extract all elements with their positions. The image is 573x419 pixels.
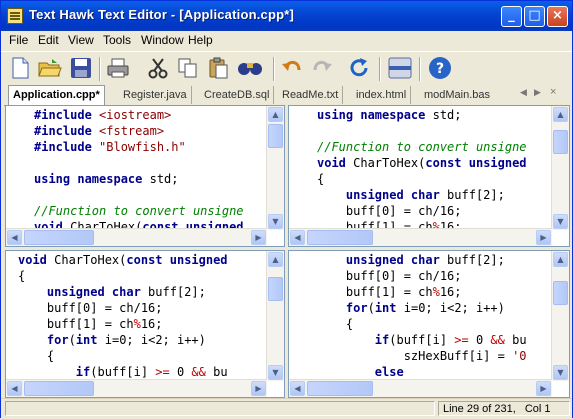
tab-scroll-left-icon[interactable]: ◀ (520, 87, 527, 98)
copy-icon[interactable] (175, 55, 201, 81)
toolbar: ? (1, 51, 572, 86)
save-icon[interactable] (68, 55, 94, 81)
print-icon[interactable] (105, 55, 131, 81)
editor-pane-top-left[interactable]: #include <iostream> #include <fstream> #… (5, 105, 285, 247)
minimize-button[interactable]: _ (501, 6, 522, 27)
split-view-icon[interactable] (387, 55, 413, 81)
scroll-thumb[interactable] (24, 230, 94, 245)
scroll-up-icon[interactable]: ▲ (553, 252, 568, 267)
scroll-left-icon[interactable]: ◀ (290, 381, 305, 396)
find-icon[interactable] (237, 55, 263, 81)
scroll-thumb[interactable] (268, 124, 283, 148)
scroll-thumb[interactable] (553, 281, 568, 305)
scroll-up-icon[interactable]: ▲ (268, 107, 283, 122)
document-tabs: Application.cpp* Register.java CreateDB.… (4, 85, 570, 106)
new-file-icon[interactable] (7, 55, 33, 81)
code-text[interactable]: void CharToHex(const unsigned { unsigned… (18, 252, 228, 380)
vertical-scrollbar[interactable]: ▲ ▼ (551, 106, 569, 230)
close-button[interactable]: × (547, 6, 568, 27)
menu-window[interactable]: Window (141, 33, 184, 47)
toolbar-separator (379, 57, 381, 81)
scroll-right-icon[interactable]: ▶ (251, 230, 266, 245)
line-indicator: Line 29 of 231, (443, 403, 516, 415)
toolbar-separator (273, 57, 275, 81)
scroll-thumb[interactable] (307, 381, 373, 396)
scroll-down-icon[interactable]: ▼ (553, 214, 568, 229)
code-text[interactable]: unsigned char buff[2]; buff[0] = ch/16; … (317, 252, 527, 380)
tab-application-cpp[interactable]: Application.cpp* (8, 85, 105, 106)
horizontal-scrollbar[interactable]: ◀ ▶ (289, 379, 552, 397)
horizontal-scrollbar[interactable]: ◀ ▶ (6, 228, 267, 246)
menu-tools[interactable]: Tools (103, 33, 131, 47)
open-folder-icon[interactable] (37, 55, 63, 81)
menu-help[interactable]: Help (188, 33, 213, 47)
maximize-button[interactable]: □ (524, 6, 545, 27)
cursor-position: Line 29 of 231, Col 1 (438, 401, 570, 416)
scroll-down-icon[interactable]: ▼ (268, 214, 283, 229)
tab-readme-txt[interactable]: ReadMe.txt (278, 86, 344, 104)
window-title: Text Hawk Text Editor - [Application.cpp… (29, 7, 295, 22)
scroll-up-icon[interactable]: ▲ (553, 107, 568, 122)
code-text[interactable]: using namespace std; //Function to conve… (317, 107, 527, 235)
scroll-thumb[interactable] (553, 130, 568, 154)
editor-pane-bottom-left[interactable]: void CharToHex(const unsigned { unsigned… (5, 250, 285, 398)
scroll-thumb[interactable] (24, 381, 94, 396)
horizontal-scrollbar[interactable]: ◀ ▶ (6, 379, 267, 397)
editor-window: Text Hawk Text Editor - [Application.cpp… (0, 0, 573, 419)
split-editor-panes: #include <iostream> #include <fstream> #… (5, 105, 570, 398)
vertical-scrollbar[interactable]: ▲ ▼ (266, 251, 284, 381)
toolbar-separator (99, 57, 101, 81)
refresh-icon[interactable] (347, 55, 373, 81)
paste-icon[interactable] (205, 55, 231, 81)
title-bar[interactable]: Text Hawk Text Editor - [Application.cpp… (1, 1, 572, 31)
toolbar-separator (419, 57, 421, 81)
scroll-thumb[interactable] (268, 277, 283, 301)
scroll-down-icon[interactable]: ▼ (553, 365, 568, 380)
redo-icon[interactable] (309, 55, 335, 81)
tab-scroll-right-icon[interactable]: ▶ (534, 87, 541, 98)
status-message (5, 401, 435, 416)
cut-icon[interactable] (145, 55, 171, 81)
menu-bar: File Edit View Tools Window Help (1, 31, 572, 50)
help-icon[interactable]: ? (427, 55, 453, 81)
tab-close-icon[interactable]: × (550, 86, 556, 98)
scroll-right-icon[interactable]: ▶ (251, 381, 266, 396)
scroll-up-icon[interactable]: ▲ (268, 252, 283, 267)
editor-pane-bottom-right[interactable]: unsigned char buff[2]; buff[0] = ch/16; … (288, 250, 570, 398)
horizontal-scrollbar[interactable]: ◀ ▶ (289, 228, 552, 246)
column-indicator: Col 1 (524, 403, 551, 415)
menu-view[interactable]: View (68, 33, 94, 47)
scroll-left-icon[interactable]: ◀ (7, 381, 22, 396)
scroll-left-icon[interactable]: ◀ (290, 230, 305, 245)
menu-edit[interactable]: Edit (38, 33, 59, 47)
app-icon (7, 8, 23, 24)
scroll-down-icon[interactable]: ▼ (268, 365, 283, 380)
svg-text:?: ? (436, 61, 444, 77)
menu-file[interactable]: File (9, 33, 28, 47)
editor-pane-top-right[interactable]: using namespace std; //Function to conve… (288, 105, 570, 247)
tab-modmain-bas[interactable]: modMain.bas (420, 86, 494, 104)
undo-icon[interactable] (279, 55, 305, 81)
code-text[interactable]: #include <iostream> #include <fstream> #… (34, 107, 244, 235)
tab-index-html[interactable]: index.html (352, 86, 412, 104)
scroll-left-icon[interactable]: ◀ (7, 230, 22, 245)
scroll-right-icon[interactable]: ▶ (536, 230, 551, 245)
vertical-scrollbar[interactable]: ▲ ▼ (266, 106, 284, 230)
status-bar: Line 29 of 231, Col 1 (1, 398, 572, 419)
vertical-scrollbar[interactable]: ▲ ▼ (551, 251, 569, 381)
tab-register-java[interactable]: Register.java (119, 86, 192, 104)
scroll-right-icon[interactable]: ▶ (536, 381, 551, 396)
tab-createdb-sql[interactable]: CreateDB.sql (200, 86, 275, 104)
scroll-thumb[interactable] (307, 230, 373, 245)
